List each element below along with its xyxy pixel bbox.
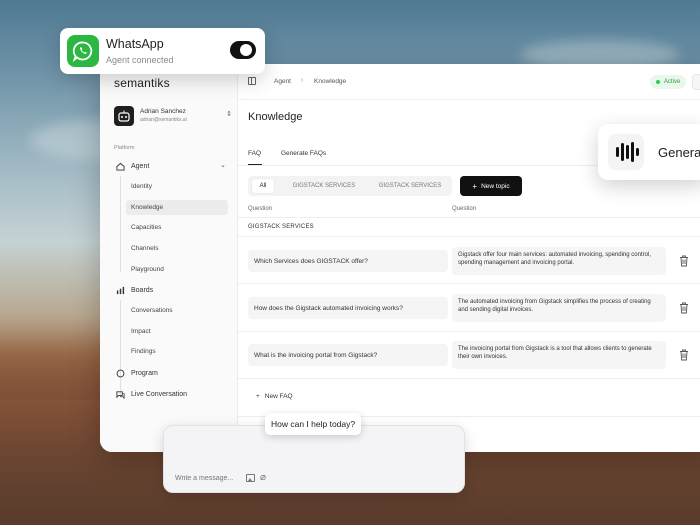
faq-answer[interactable]: Gigstack offer four main services: autom… — [452, 247, 666, 275]
whatsapp-card: WhatsApp Agent connected — [60, 28, 265, 74]
avatar — [114, 106, 134, 126]
sidebar-toggle-icon[interactable] — [248, 77, 256, 85]
breadcrumb-knowledge: Knowledge — [314, 78, 347, 85]
sidebar-item-label: Program — [131, 369, 158, 377]
sidebar-item-live-conversation[interactable]: Live Conversation — [114, 386, 187, 402]
sidebar-item-boards[interactable]: Boards — [114, 282, 153, 298]
sidebar-item-label: Agent — [131, 162, 150, 170]
generate-card[interactable]: Genera — [598, 124, 700, 180]
whatsapp-status: Agent connected — [106, 55, 174, 65]
new-topic-label: New topic — [481, 182, 510, 190]
faq-question[interactable]: Which Services does GIGSTACK offer? — [248, 250, 448, 272]
trash-icon[interactable] — [679, 255, 689, 267]
home-icon — [114, 162, 126, 171]
trash-icon[interactable] — [679, 302, 689, 314]
chevron-down-icon[interactable]: ⌄ — [220, 161, 226, 169]
sidebar-item-identity[interactable]: Identity — [126, 179, 228, 194]
sidebar-item-program[interactable]: Program — [114, 365, 158, 381]
message-input[interactable] — [175, 475, 250, 482]
section-label: Platform — [114, 145, 135, 151]
sidebar-item-label: Boards — [131, 286, 154, 294]
top-action-button[interactable] — [692, 74, 700, 90]
trash-icon[interactable] — [679, 349, 689, 361]
user-email: adrian@semantiks.ai — [140, 117, 187, 123]
faq-answer[interactable]: The invoicing portal from Gigstack is a … — [452, 341, 666, 369]
topic-filter: All GIGSTACK SERVICES GIGSTACK SERVICES — [248, 176, 452, 196]
sidebar-item-impact[interactable]: Impact — [126, 324, 228, 339]
chat-composer: ⌀ — [163, 425, 465, 493]
faq-question[interactable]: How does the Gigstack automated invoicin… — [248, 297, 448, 319]
whatsapp-title: WhatsApp — [106, 37, 164, 51]
breadcrumb-separator-icon: › — [301, 77, 304, 84]
messages-icon — [114, 390, 126, 399]
divider — [238, 331, 700, 332]
sidebar-item-playground[interactable]: Playground — [126, 262, 228, 277]
status-dot-icon — [656, 80, 660, 84]
faq-answer[interactable]: The automated invoicing from Gigstack si… — [452, 294, 666, 322]
chat-bubble-icon — [114, 369, 126, 378]
attachment-icon[interactable]: ⌀ — [260, 472, 266, 483]
group-title: GIGSTACK SERVICES — [248, 224, 314, 230]
user-name: Adrian Sanchez — [140, 108, 186, 115]
breadcrumb-agent[interactable]: Agent — [274, 78, 291, 85]
brand-logo: semantiks — [114, 76, 170, 90]
divider — [238, 378, 700, 379]
bar-chart-icon — [114, 286, 126, 295]
divider — [238, 236, 700, 237]
sidebar-item-findings[interactable]: Findings — [126, 344, 228, 359]
new-faq-button[interactable]: + New FAQ — [256, 393, 293, 400]
tab-generate-faqs[interactable]: Generate FAQs — [281, 150, 326, 157]
status-badge: Active — [650, 75, 687, 89]
plus-icon: + — [472, 181, 478, 191]
new-topic-button[interactable]: + New topic — [460, 176, 522, 196]
whatsapp-toggle[interactable] — [230, 41, 256, 59]
robot-icon — [118, 110, 130, 122]
sidebar: semantiks Adrian Sanchez adrian@semantik… — [100, 64, 238, 452]
sidebar-item-capacities[interactable]: Capacities — [126, 220, 228, 235]
sidebar-item-label: Live Conversation — [131, 390, 188, 398]
waveform-icon — [608, 134, 644, 170]
sidebar-item-agent[interactable]: Agent — [114, 158, 149, 174]
column-header-question: Question — [248, 206, 273, 212]
assistant-greeting: How can I help today? — [265, 413, 362, 435]
divider — [238, 283, 700, 284]
plus-icon: + — [256, 393, 260, 400]
filter-gigstack-services[interactable]: GIGSTACK SERVICES — [284, 179, 364, 193]
column-header-answer: Question — [452, 206, 477, 212]
generate-label: Genera — [658, 145, 700, 160]
status-label: Active — [664, 79, 681, 85]
top-bar: Agent › Knowledge Active — [238, 64, 700, 100]
divider — [238, 217, 700, 218]
page-title: Knowledge — [248, 111, 303, 123]
whatsapp-icon — [67, 35, 99, 67]
filter-all[interactable]: All — [252, 179, 274, 193]
app-window: semantiks Adrian Sanchez adrian@semantik… — [100, 64, 700, 452]
tab-faq[interactable]: FAQ — [248, 150, 261, 157]
image-upload-icon[interactable] — [246, 474, 255, 482]
new-faq-label: New FAQ — [264, 393, 293, 400]
chevron-up-down-icon: ⇕ — [226, 111, 232, 118]
sidebar-item-conversations[interactable]: Conversations — [126, 303, 228, 318]
main-content: Agent › Knowledge Active Knowledge FAQ G… — [238, 64, 700, 452]
sidebar-item-knowledge[interactable]: Knowledge — [126, 200, 228, 215]
faq-question[interactable]: What is the invoicing portal from Gigsta… — [248, 344, 448, 366]
user-switcher[interactable]: Adrian Sanchez adrian@semantiks.ai ⇕ — [114, 106, 232, 128]
sidebar-item-channels[interactable]: Channels — [126, 241, 228, 256]
tree-line — [120, 300, 121, 396]
filter-gigstack-services-2[interactable]: GIGSTACK SERVICES — [370, 179, 450, 193]
tree-line — [120, 176, 121, 272]
